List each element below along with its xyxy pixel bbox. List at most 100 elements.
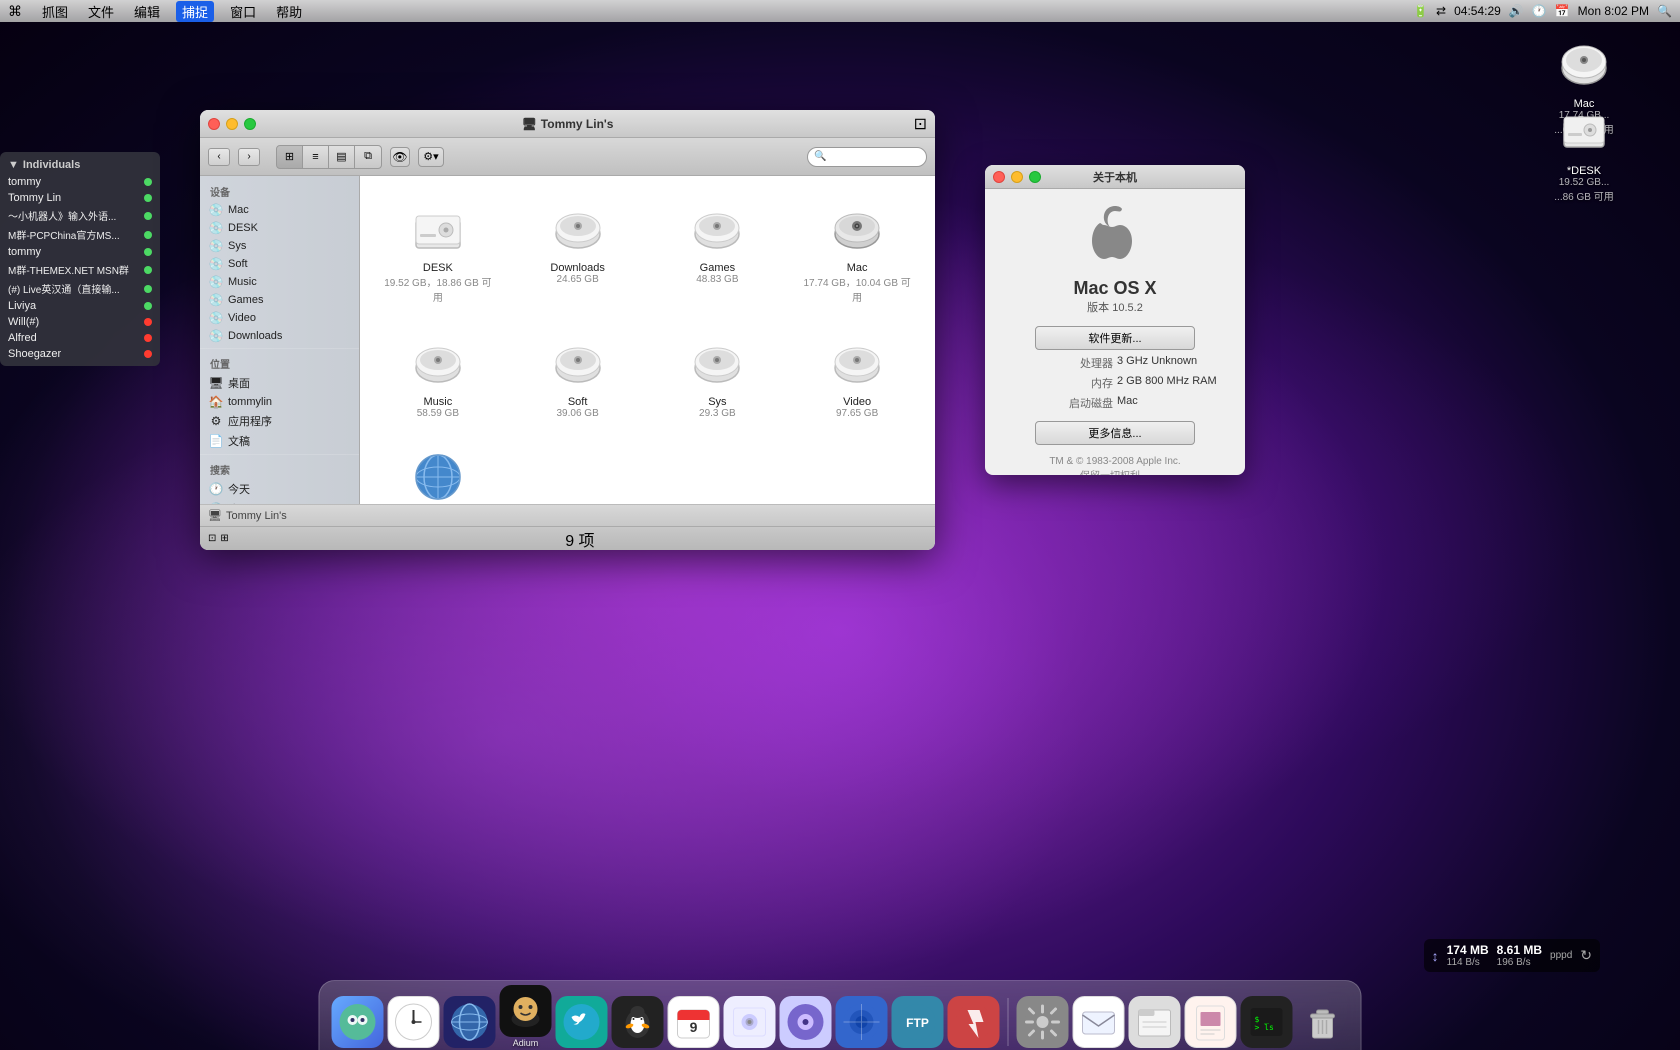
software-update-button[interactable]: 软件更新... bbox=[1035, 326, 1195, 350]
im-item-will[interactable]: Will(#) bbox=[0, 314, 160, 330]
sidebar-item-soft[interactable]: 💿 Soft bbox=[200, 255, 359, 273]
file-item-music[interactable]: Music 58.59 GB bbox=[376, 326, 500, 425]
dock-item-filebrowser[interactable] bbox=[1129, 996, 1181, 1048]
dock-item-calendar[interactable]: 9 bbox=[668, 996, 720, 1048]
dock-item-flashlight[interactable] bbox=[948, 996, 1000, 1048]
search-bar[interactable]: 🔍 bbox=[807, 147, 927, 167]
im-item-shoegazer[interactable]: Shoegazer bbox=[0, 346, 160, 362]
im-item-tommy1[interactable]: tommy bbox=[0, 174, 160, 190]
about-titlebar: 关于本机 bbox=[985, 165, 1245, 189]
menubar-left: ⌘ 抓图 文件 编辑 捕捉 窗口 帮助 bbox=[8, 1, 306, 22]
sidebar-item-today[interactable]: 🕐 今天 bbox=[200, 479, 359, 499]
home-sidebar-icon: 🏠 bbox=[208, 395, 224, 409]
clock-dock-icon bbox=[388, 996, 440, 1048]
dock-item-ftp[interactable]: FTP bbox=[892, 996, 944, 1048]
back-button[interactable]: ‹ bbox=[208, 148, 230, 166]
im-item-pcpchina[interactable]: M群-PCPChina官方MS... bbox=[0, 225, 160, 244]
file-item-downloads[interactable]: Downloads 24.65 GB bbox=[516, 192, 640, 310]
im-item-tommy2[interactable]: tommy bbox=[0, 244, 160, 260]
dock-item-terminal[interactable]: $ _ > ls bbox=[1241, 996, 1293, 1048]
sys-file-icon bbox=[687, 332, 747, 392]
expand2-icon[interactable]: ⊞ bbox=[220, 533, 228, 544]
im-item-themex[interactable]: M群-THEMEX.NET MSN群 bbox=[0, 260, 160, 279]
dock-item-messenger[interactable] bbox=[612, 996, 664, 1048]
expand-icon[interactable]: ⊡ bbox=[208, 533, 216, 544]
sidebar-item-desktop[interactable]: 🖥 桌面 bbox=[200, 373, 359, 393]
menubar-edit[interactable]: 编辑 bbox=[130, 2, 164, 21]
sidebar-item-desk[interactable]: 💿 DESK bbox=[200, 219, 359, 237]
maximize-button[interactable] bbox=[244, 118, 256, 130]
coverflow-view-btn[interactable]: ⧉ bbox=[355, 146, 381, 168]
im-item-live[interactable]: (#) Live英汉通（直接输... bbox=[0, 279, 160, 298]
dock-item-sysprefs[interactable] bbox=[1017, 996, 1069, 1048]
file-item-network[interactable]: 网络 bbox=[376, 441, 500, 504]
finder-title: 🖥 Tommy Lin's bbox=[522, 117, 614, 131]
dock-item-twitter[interactable] bbox=[556, 996, 608, 1048]
im-item-liviya[interactable]: Liviya bbox=[0, 298, 160, 314]
im-item-robot[interactable]: ～小机器人》输入外语... bbox=[0, 206, 160, 225]
sidebar-item-docs[interactable]: 📄 文稿 bbox=[200, 431, 359, 451]
sidebar-item-games[interactable]: 💿 Games bbox=[200, 291, 359, 309]
today-icon: 🕐 bbox=[208, 482, 224, 496]
net-refresh-icon[interactable]: ↻ bbox=[1580, 947, 1592, 964]
about-minimize-button[interactable] bbox=[1011, 171, 1023, 183]
im-item-alfred[interactable]: Alfred bbox=[0, 330, 160, 346]
sidebar-item-sys[interactable]: 💿 Sys bbox=[200, 237, 359, 255]
dock-item-adium[interactable]: Adium bbox=[500, 985, 552, 1048]
forward-button[interactable]: › bbox=[238, 148, 260, 166]
menubar-grab[interactable]: 捕捉 bbox=[176, 1, 214, 22]
close-button[interactable] bbox=[208, 118, 220, 130]
dock-item-finder[interactable] bbox=[332, 996, 384, 1048]
file-item-games[interactable]: Games 48.83 GB bbox=[656, 192, 780, 310]
apple-menu-icon[interactable]: ⌘ bbox=[8, 3, 22, 20]
games-file-size: 48.83 GB bbox=[696, 274, 738, 285]
about-os-name: Mac OS X bbox=[1073, 278, 1156, 299]
column-view-btn[interactable]: ▤ bbox=[329, 146, 355, 168]
terminal-dock-icon: $ _ > ls bbox=[1241, 996, 1293, 1048]
finder-titlebar: 🖥 Tommy Lin's ⊡ bbox=[200, 110, 935, 138]
menubar-window[interactable]: 窗口 bbox=[226, 2, 260, 21]
dock-item-iphoto[interactable] bbox=[724, 996, 776, 1048]
menubar-file[interactable]: 文件 bbox=[84, 2, 118, 21]
dock-item-itunes[interactable] bbox=[780, 996, 832, 1048]
im-item-tommylin[interactable]: Tommy Lin bbox=[0, 190, 160, 206]
download-amount: 8.61 MB bbox=[1497, 943, 1542, 957]
file-item-mac[interactable]: Mac 17.74 GB，10.04 GB 可用 bbox=[795, 192, 919, 310]
more-info-button[interactable]: 更多信息... bbox=[1035, 421, 1195, 445]
dock-item-network[interactable] bbox=[444, 996, 496, 1048]
sidebar-item-mac[interactable]: 💿 Mac bbox=[200, 201, 359, 219]
dock-item-trash[interactable] bbox=[1297, 996, 1349, 1048]
minimize-button[interactable] bbox=[226, 118, 238, 130]
eye-btn[interactable]: 👁 bbox=[390, 147, 410, 167]
menubar-search-icon[interactable]: 🔍 bbox=[1657, 4, 1672, 18]
soft-file-size: 39.06 GB bbox=[556, 408, 598, 419]
desktop-icon-desk[interactable]: *DESK 19.52 GB... ...86 GB 可用 bbox=[1548, 95, 1620, 207]
sidebar-item-music[interactable]: 💿 Music bbox=[200, 273, 359, 291]
dock-item-browser[interactable] bbox=[836, 996, 888, 1048]
dock-item-clock[interactable] bbox=[388, 996, 440, 1048]
dock-item-preview[interactable] bbox=[1185, 996, 1237, 1048]
action-btn[interactable]: ⚙▾ bbox=[418, 147, 444, 167]
icon-view-btn[interactable]: ⊞ bbox=[277, 146, 303, 168]
im-section-individuals: ▼ Individuals bbox=[0, 156, 160, 174]
sidebar-item-tommylin[interactable]: 🏠 tommylin bbox=[200, 393, 359, 411]
finder-resize-icon[interactable]: ⊡ bbox=[914, 114, 927, 134]
sidebar-item-video[interactable]: 💿 Video bbox=[200, 309, 359, 327]
about-copyright: TM & © 1983-2008 Apple Inc.保留一切权利。 bbox=[1049, 456, 1180, 475]
sidebar-item-downloads[interactable]: 💿 Downloads bbox=[200, 327, 359, 345]
file-item-soft[interactable]: Soft 39.06 GB bbox=[516, 326, 640, 425]
menubar-capture[interactable]: 抓图 bbox=[38, 2, 72, 21]
desk-icon-label: *DESK bbox=[1567, 165, 1601, 177]
file-item-sys[interactable]: Sys 29.3 GB bbox=[656, 326, 780, 425]
dock-item-mail[interactable] bbox=[1073, 996, 1125, 1048]
file-item-video[interactable]: Video 97.65 GB bbox=[795, 326, 919, 425]
list-view-btn[interactable]: ≡ bbox=[303, 146, 329, 168]
menubar-volume-icon[interactable]: 🔊 bbox=[1509, 4, 1524, 18]
sidebar-item-apps[interactable]: ⚙ 应用程序 bbox=[200, 411, 359, 431]
soft-file-icon bbox=[548, 332, 608, 392]
file-item-desk[interactable]: DESK 19.52 GB，18.86 GB 可用 bbox=[376, 192, 500, 310]
desk-file-name: DESK bbox=[423, 262, 453, 274]
about-maximize-button[interactable] bbox=[1029, 171, 1041, 183]
menubar-help[interactable]: 帮助 bbox=[272, 2, 306, 21]
about-close-button[interactable] bbox=[993, 171, 1005, 183]
